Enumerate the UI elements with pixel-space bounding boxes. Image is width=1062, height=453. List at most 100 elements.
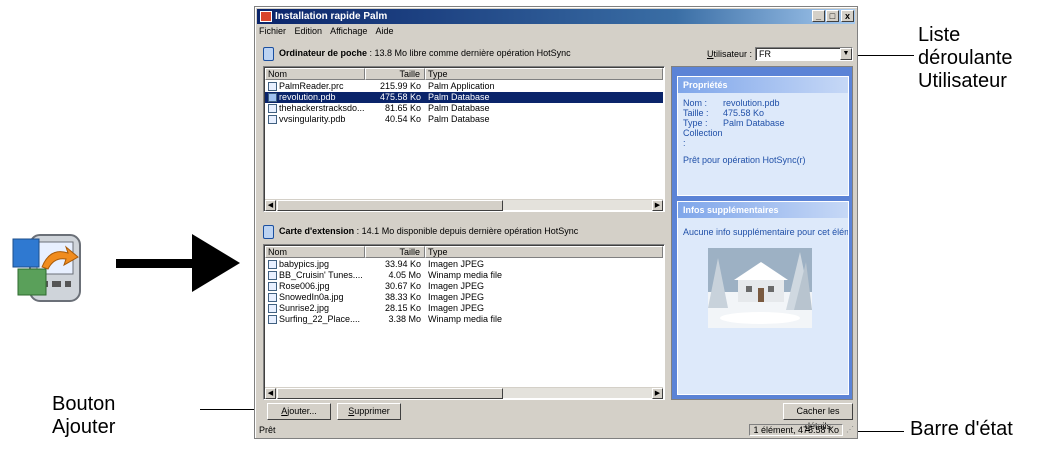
file-size-cell: 3.38 Mo bbox=[388, 314, 421, 324]
file-icon bbox=[268, 315, 277, 324]
hide-details-button[interactable]: Cacher les détails bbox=[783, 403, 853, 431]
card-icon bbox=[263, 224, 274, 239]
column-name[interactable]: Nom bbox=[265, 68, 365, 80]
file-row[interactable]: Surfing_22_Place.... 3.38 Mo Winamp media … bbox=[265, 314, 663, 325]
prop-collection: Collection : bbox=[683, 128, 723, 148]
arrow-right-icon bbox=[116, 234, 240, 292]
file-name-cell: Surfing_22_Place.... bbox=[265, 314, 365, 325]
card-column-header: Nom Taille Type bbox=[265, 246, 663, 258]
file-name-cell: thehackerstracksdo... bbox=[265, 103, 365, 114]
scroll-right-icon[interactable]: ▶ bbox=[652, 200, 663, 211]
file-icon bbox=[268, 293, 277, 302]
file-row[interactable]: PalmReader.prc 215.99 Ko Palm Application bbox=[265, 81, 663, 92]
file-type-cell: Imagen JPEG bbox=[428, 281, 485, 291]
status-bar: Prêt 1 élément, 475.58 Ko ⋰ bbox=[257, 424, 855, 436]
file-row[interactable]: vvsingularity.pdb 40.54 Ko Palm Database bbox=[265, 114, 663, 125]
scroll-left-icon[interactable]: ◀ bbox=[265, 200, 276, 211]
file-type-cell: Imagen JPEG bbox=[428, 259, 485, 269]
file-row[interactable]: SnowedIn0a.jpg 38.33 Ko Imagen JPEG bbox=[265, 292, 663, 303]
file-type-cell: Palm Database bbox=[428, 114, 490, 124]
column-name[interactable]: Nom bbox=[265, 246, 365, 258]
card-scrollbar[interactable]: ◀ ▶ bbox=[265, 387, 663, 399]
file-row[interactable]: Rose006.jpg 30.67 Ko Imagen JPEG bbox=[265, 281, 663, 292]
handheld-column-header: Nom Taille Type bbox=[265, 68, 663, 80]
file-size-cell: 33.94 Ko bbox=[384, 259, 421, 269]
file-size-cell: 28.15 Ko bbox=[384, 303, 421, 313]
scroll-thumb[interactable] bbox=[277, 200, 503, 211]
prop-name: Nom : revolution.pdb bbox=[683, 98, 780, 108]
snow-house-thumbnail bbox=[708, 248, 812, 328]
handheld-icon bbox=[263, 46, 274, 61]
app-icon bbox=[260, 11, 272, 22]
properties-card: Propriétés Nom : revolution.pdb Taille :4… bbox=[677, 76, 849, 196]
add-button[interactable]: Ajouter... bbox=[267, 403, 331, 420]
card-header: Carte d'extension : 14.1 Mo disponible d… bbox=[263, 223, 578, 239]
file-row[interactable]: BB_Cruisin' Tunes.... 4.05 Mo Winamp media… bbox=[265, 270, 663, 281]
status-right: 1 élément, 475.58 Ko bbox=[749, 424, 843, 436]
file-size-cell: 4.05 Mo bbox=[388, 270, 421, 280]
file-size-cell: 475.58 Ko bbox=[379, 92, 421, 102]
title-bar[interactable]: Installation rapide Palm _ □ x bbox=[257, 9, 855, 24]
minimize-button[interactable]: _ bbox=[812, 10, 825, 22]
callout-leader-user bbox=[858, 55, 914, 56]
remove-button[interactable]: Supprimer bbox=[337, 403, 401, 420]
file-icon bbox=[268, 93, 277, 102]
close-button[interactable]: x bbox=[841, 10, 854, 22]
status-left: Prêt bbox=[259, 425, 276, 435]
file-type-cell: Palm Database bbox=[428, 92, 490, 102]
file-name-cell: babypics.jpg bbox=[265, 259, 365, 270]
file-name-cell: Sunrise2.jpg bbox=[265, 303, 365, 314]
file-size-cell: 81.65 Ko bbox=[384, 103, 421, 113]
menu-edition[interactable]: Edition bbox=[295, 26, 323, 36]
file-size-cell: 38.33 Ko bbox=[384, 292, 421, 302]
user-value: FR bbox=[759, 49, 771, 59]
file-name-cell: vvsingularity.pdb bbox=[265, 114, 365, 125]
quick-install-icon bbox=[12, 234, 81, 302]
details-panel: Propriétés Nom : revolution.pdb Taille :4… bbox=[671, 66, 853, 400]
card-info: : 14.1 Mo disponible depuis dernière opé… bbox=[354, 226, 579, 236]
properties-title: Propriétés bbox=[678, 77, 848, 93]
callout-status-bar: Barre d'état bbox=[910, 418, 1013, 440]
column-type[interactable]: Type bbox=[425, 246, 663, 258]
chevron-down-icon[interactable]: ▼ bbox=[840, 48, 852, 60]
card-label: Carte d'extension bbox=[279, 226, 355, 236]
resize-grip-icon[interactable]: ⋰ bbox=[846, 424, 854, 436]
file-type-cell: Imagen JPEG bbox=[428, 303, 485, 313]
scroll-thumb[interactable] bbox=[277, 388, 503, 399]
file-type-cell: Palm Database bbox=[428, 103, 490, 113]
scroll-right-icon[interactable]: ▶ bbox=[652, 388, 663, 399]
file-name-cell: PalmReader.prc bbox=[265, 81, 365, 92]
handheld-scrollbar[interactable]: ◀ ▶ bbox=[265, 199, 663, 211]
file-icon bbox=[268, 304, 277, 313]
callout-user-list: Liste déroulante Utilisateur bbox=[918, 24, 1013, 92]
file-icon bbox=[268, 115, 277, 124]
handheld-header: Ordinateur de poche : 13.8 Mo libre comm… bbox=[263, 45, 571, 61]
file-name-cell: Rose006.jpg bbox=[265, 281, 365, 292]
file-type-cell: Imagen JPEG bbox=[428, 292, 485, 302]
file-row[interactable]: revolution.pdb 475.58 Ko Palm Database bbox=[265, 92, 663, 103]
file-name-cell: SnowedIn0a.jpg bbox=[265, 292, 365, 303]
file-icon bbox=[268, 271, 277, 280]
window-title: Installation rapide Palm bbox=[275, 11, 388, 22]
file-row[interactable]: babypics.jpg 33.94 Ko Imagen JPEG bbox=[265, 259, 663, 270]
menu-affichage[interactable]: Affichage bbox=[330, 26, 367, 36]
maximize-button[interactable]: □ bbox=[826, 10, 839, 22]
file-icon bbox=[268, 82, 277, 91]
user-dropdown[interactable]: FR ▼ bbox=[755, 47, 853, 61]
file-row[interactable]: Sunrise2.jpg 28.15 Ko Imagen JPEG bbox=[265, 303, 663, 314]
user-label: Utilisateur : bbox=[707, 49, 753, 59]
handheld-rows: PalmReader.prc 215.99 Ko Palm Application r… bbox=[265, 81, 663, 125]
column-size[interactable]: Taille bbox=[365, 68, 425, 80]
column-type[interactable]: Type bbox=[425, 68, 663, 80]
menu-aide[interactable]: Aide bbox=[375, 26, 393, 36]
extra-info-card: Infos supplémentaires Aucune info supplé… bbox=[677, 201, 849, 395]
handheld-file-list[interactable]: Nom Taille Type PalmReader.prc 215.99 Ko P… bbox=[263, 66, 665, 212]
screenshot-stage: Liste déroulante Utilisateur Bouton Ajou… bbox=[0, 0, 1062, 453]
menu-fichier[interactable]: Fichier bbox=[259, 26, 286, 36]
file-row[interactable]: thehackerstracksdo... 81.65 Ko Palm Databa… bbox=[265, 103, 663, 114]
menu-bar: Fichier Edition Affichage Aide bbox=[259, 25, 399, 38]
file-type-cell: Palm Application bbox=[428, 81, 495, 91]
card-file-list[interactable]: Nom Taille Type babypics.jpg 33.94 Ko Imag… bbox=[263, 244, 665, 400]
column-size[interactable]: Taille bbox=[365, 246, 425, 258]
scroll-left-icon[interactable]: ◀ bbox=[265, 388, 276, 399]
